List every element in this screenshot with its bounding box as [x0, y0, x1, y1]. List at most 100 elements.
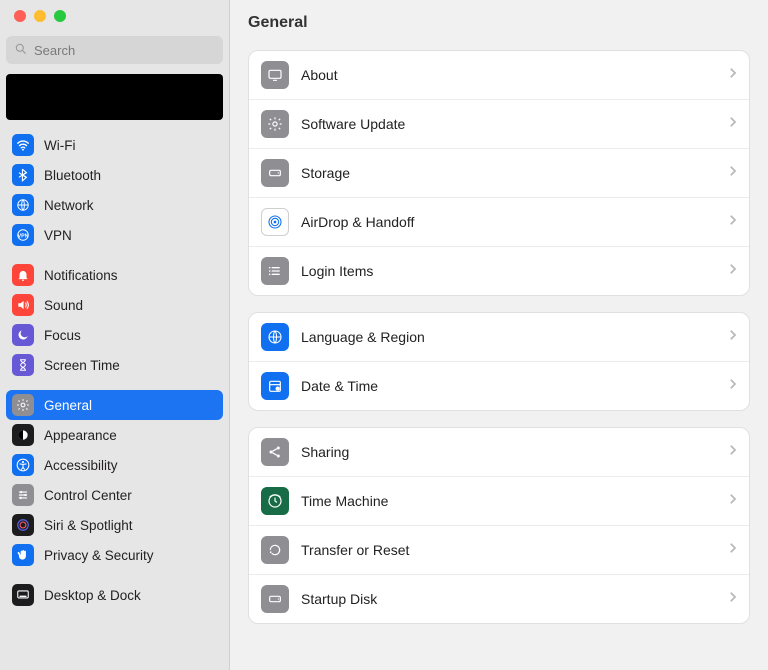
moon-icon [12, 324, 34, 346]
settings-row-label: Storage [301, 165, 716, 181]
sidebar-item-label: Notifications [44, 268, 118, 283]
settings-row-airdrop-handoff[interactable]: AirDrop & Handoff [249, 198, 749, 247]
sidebar-item-vpn[interactable]: VPNVPN [6, 220, 223, 250]
sidebar-item-sound[interactable]: Sound [6, 290, 223, 320]
settings-row-about[interactable]: About [249, 51, 749, 100]
settings-group: About Software Update Storage AirDrop & Han… [248, 50, 750, 296]
chevron-right-icon [728, 213, 737, 231]
bluetooth-icon [12, 164, 34, 186]
globe-icon [12, 194, 34, 216]
settings-row-label: Startup Disk [301, 591, 716, 607]
drive-icon [261, 585, 289, 613]
hourglass-icon [12, 354, 34, 376]
settings-group: Language & Region Date & Time [248, 312, 750, 411]
sidebar-item-notifications[interactable]: Notifications [6, 260, 223, 290]
sidebar-item-label: Screen Time [44, 358, 120, 373]
chevron-right-icon [728, 115, 737, 133]
search-placeholder: Search [34, 43, 75, 58]
settings-row-label: AirDrop & Handoff [301, 214, 716, 230]
sidebar-item-network[interactable]: Network [6, 190, 223, 220]
chevron-right-icon [728, 443, 737, 461]
chevron-right-icon [728, 262, 737, 280]
sidebar-item-label: Desktop & Dock [44, 588, 141, 603]
accessibility-icon [12, 454, 34, 476]
chevron-right-icon [728, 590, 737, 608]
settings-row-label: Date & Time [301, 378, 716, 394]
sidebar-item-label: Bluetooth [44, 168, 101, 183]
sidebar: Search Wi-Fi Bluetooth Network VPNVPN Notifi… [0, 0, 230, 670]
minimize-icon[interactable] [34, 10, 46, 22]
sidebar-item-label: Focus [44, 328, 81, 343]
sidebar-item-bluetooth[interactable]: Bluetooth [6, 160, 223, 190]
settings-row-time-machine[interactable]: Time Machine [249, 477, 749, 526]
chevron-right-icon [728, 328, 737, 346]
sidebar-item-control-center[interactable]: Control Center [6, 480, 223, 510]
hand-icon [12, 544, 34, 566]
sidebar-item-focus[interactable]: Focus [6, 320, 223, 350]
settings-row-storage[interactable]: Storage [249, 149, 749, 198]
settings-row-label: Login Items [301, 263, 716, 279]
speaker-icon [12, 294, 34, 316]
settings-row-transfer-or-reset[interactable]: Transfer or Reset [249, 526, 749, 575]
display-icon [261, 61, 289, 89]
sidebar-list: Wi-Fi Bluetooth Network VPNVPN Notifications… [0, 130, 229, 670]
dock-icon [12, 584, 34, 606]
sidebar-item-label: Accessibility [44, 458, 118, 473]
settings-row-label: Sharing [301, 444, 716, 460]
search-icon [14, 42, 28, 59]
main-content: General About Software Update Storage AirDr… [230, 0, 768, 670]
chevron-right-icon [728, 492, 737, 510]
siri-icon [12, 514, 34, 536]
sidebar-item-siri-spotlight[interactable]: Siri & Spotlight [6, 510, 223, 540]
search-input[interactable]: Search [6, 36, 223, 64]
sidebar-item-label: Appearance [44, 428, 117, 443]
share-icon [261, 438, 289, 466]
sidebar-item-label: Control Center [44, 488, 132, 503]
sidebar-item-label: Sound [44, 298, 83, 313]
wifi-icon [12, 134, 34, 156]
sidebar-item-privacy-security[interactable]: Privacy & Security [6, 540, 223, 570]
fullscreen-icon[interactable] [54, 10, 66, 22]
sidebar-item-appearance[interactable]: Appearance [6, 420, 223, 450]
sidebar-item-label: Wi-Fi [44, 138, 75, 153]
list-icon [261, 257, 289, 285]
settings-row-language-region[interactable]: Language & Region [249, 313, 749, 362]
settings-row-date-time[interactable]: Date & Time [249, 362, 749, 410]
chevron-right-icon [728, 541, 737, 559]
settings-row-label: Software Update [301, 116, 716, 132]
vpn-icon: VPN [12, 224, 34, 246]
appearance-icon [12, 424, 34, 446]
sidebar-item-wi-fi[interactable]: Wi-Fi [6, 130, 223, 160]
chevron-right-icon [728, 164, 737, 182]
sidebar-item-desktop-dock[interactable]: Desktop & Dock [6, 580, 223, 610]
svg-text:VPN: VPN [18, 233, 29, 239]
drive-icon [261, 159, 289, 187]
calendar-icon [261, 372, 289, 400]
window-controls [0, 10, 229, 22]
settings-row-login-items[interactable]: Login Items [249, 247, 749, 295]
clock-icon [261, 487, 289, 515]
sidebar-item-label: General [44, 398, 92, 413]
settings-row-sharing[interactable]: Sharing [249, 428, 749, 477]
bell-icon [12, 264, 34, 286]
sidebar-item-label: Network [44, 198, 94, 213]
chevron-right-icon [728, 66, 737, 84]
settings-row-label: Time Machine [301, 493, 716, 509]
settings-row-software-update[interactable]: Software Update [249, 100, 749, 149]
settings-row-startup-disk[interactable]: Startup Disk [249, 575, 749, 623]
sidebar-item-label: Siri & Spotlight [44, 518, 133, 533]
account-block[interactable] [6, 74, 223, 120]
page-title: General [248, 14, 750, 32]
airdrop-icon [261, 208, 289, 236]
sidebar-item-accessibility[interactable]: Accessibility [6, 450, 223, 480]
reset-icon [261, 536, 289, 564]
close-icon[interactable] [14, 10, 26, 22]
sliders-icon [12, 484, 34, 506]
settings-group: Sharing Time Machine Transfer or Reset Star… [248, 427, 750, 624]
sidebar-item-general[interactable]: General [6, 390, 223, 420]
settings-row-label: Language & Region [301, 329, 716, 345]
gear-icon [261, 110, 289, 138]
sidebar-item-screen-time[interactable]: Screen Time [6, 350, 223, 380]
sidebar-item-label: Privacy & Security [44, 548, 154, 563]
gear-icon [12, 394, 34, 416]
